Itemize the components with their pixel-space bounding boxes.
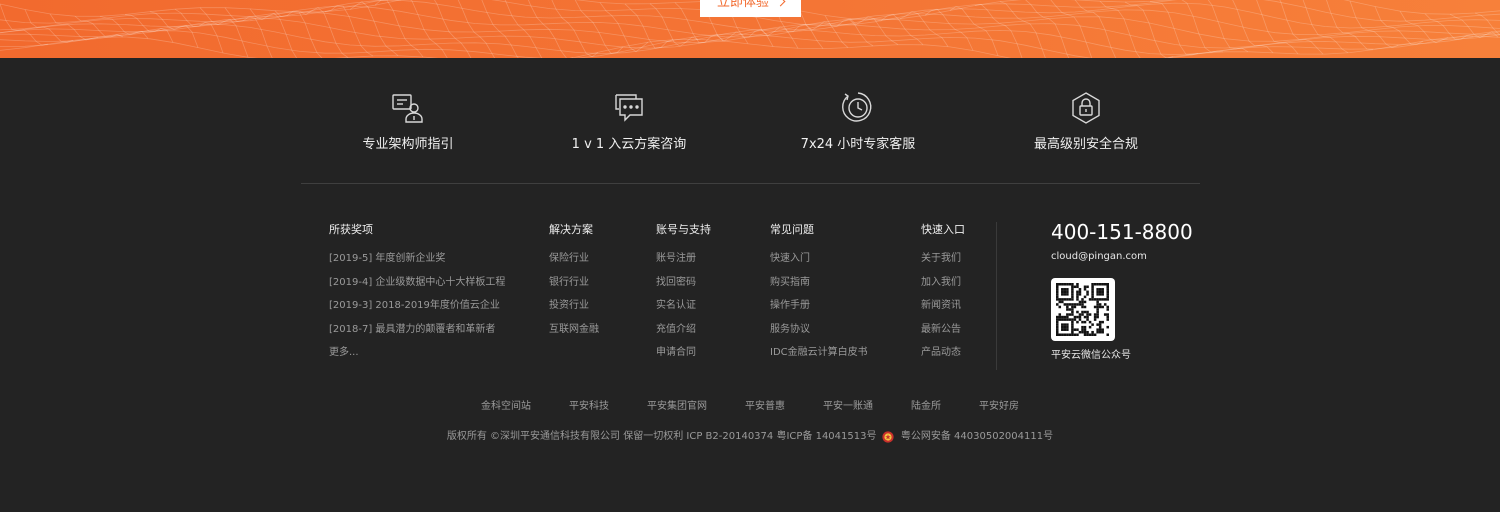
partner-link[interactable]: 陆金所 [911,400,941,414]
support-link[interactable]: 充值介绍 [656,323,711,336]
faq-link[interactable]: 操作手册 [770,299,868,312]
qr-label: 平安云微信公众号 [1051,350,1131,361]
contact-block: 400-151-8800 cloud@pingan.com 平安云微信公众号 [1051,218,1193,361]
feature-security: 最高级别安全合规 [986,90,1186,154]
feature-service: 7x24 小时专家客服 [758,90,958,154]
police-record-text[interactable]: 粤公网安备 44030502004111号 [901,430,1053,444]
partner-link[interactable]: 平安好房 [979,400,1019,414]
partner-link[interactable]: 平安科技 [569,400,609,414]
solution-link[interactable]: 互联网金融 [549,323,599,336]
feature-label: 1 v 1 入云方案咨询 [571,137,687,152]
quick-link[interactable]: 最新公告 [921,323,965,336]
faq-link[interactable]: IDC金融云计算白皮书 [770,346,868,359]
partner-links: 金科空间站 平安科技 平安集团官网 平安普惠 平安一账通 陆金所 平安好房 [0,400,1500,414]
award-link[interactable]: [2019-5] 年度创新企业奖 [329,252,505,265]
copyright-bar: 版权所有 ©深圳平安通信科技有限公司 保留一切权利 ICP B2-2014037… [0,430,1500,445]
solution-link[interactable]: 保险行业 [549,252,599,265]
more-awards-link[interactable]: 更多... [329,346,505,359]
copyright-text: 版权所有 ©深圳平安通信科技有限公司 保留一切权利 ICP B2-2014037… [446,431,877,442]
column-title: 所获奖项 [329,223,373,236]
try-now-button[interactable]: 立即体验 [700,0,801,17]
support-link[interactable]: 实名认证 [656,299,711,312]
wechat-qr-code [1051,278,1115,341]
qr-code-icon [1056,283,1109,336]
column-title: 快速入口 [921,223,965,236]
quick-link[interactable]: 加入我们 [921,276,965,289]
support-link[interactable]: 账号注册 [656,252,711,265]
faq-link[interactable]: 购买指南 [770,276,868,289]
police-badge-icon [882,431,894,443]
faq-link[interactable]: 快速入门 [770,252,868,265]
feature-label: 专业架构师指引 [362,137,454,152]
column-divider [996,222,997,370]
faq-column: 常见问题 快速入门 购买指南 操作手册 服务协议 IDC金融云计算白皮书 [770,222,868,370]
quick-links-column: 快速入口 关于我们 加入我们 新闻资讯 最新公告 产品动态 [921,222,965,370]
chat-consult-icon [615,94,643,122]
support-link[interactable]: 找回密码 [656,276,711,289]
try-now-label: 立即体验 [717,0,770,10]
partner-link[interactable]: 平安一账通 [823,400,873,414]
section-divider [301,183,1200,184]
feature-label: 最高级别安全合规 [1033,137,1138,152]
column-title: 解决方案 [549,223,593,236]
banner: 立即体验 [0,0,1500,58]
phone-number: 400-151-8800 [1051,220,1193,244]
column-title: 账号与支持 [656,223,711,236]
quick-link[interactable]: 新闻资讯 [921,299,965,312]
support-link[interactable]: 申请合同 [656,346,711,359]
clock-service-icon [842,92,872,122]
quick-link[interactable]: 关于我们 [921,252,965,265]
award-link[interactable]: [2019-3] 2018-2019年度价值云企业 [329,299,505,312]
security-lock-icon [1072,92,1100,124]
faq-link[interactable]: 服务协议 [770,323,868,336]
account-support-column: 账号与支持 账号注册 找回密码 实名认证 充值介绍 申请合同 [656,222,711,370]
awards-column: 所获奖项 [2019-5] 年度创新企业奖 [2019-4] 企业级数据中心十大… [329,222,505,370]
solution-link[interactable]: 银行行业 [549,276,599,289]
feature-architect: 专业架构师指引 [308,90,508,154]
email-address[interactable]: cloud@pingan.com [1051,250,1193,264]
column-title: 常见问题 [770,223,814,236]
partner-link[interactable]: 平安集团官网 [647,400,707,414]
quick-link[interactable]: 产品动态 [921,346,965,359]
award-link[interactable]: [2019-4] 企业级数据中心十大样板工程 [329,276,505,289]
solution-link[interactable]: 投资行业 [549,299,599,312]
architect-guide-icon [392,94,423,123]
solutions-column: 解决方案 保险行业 银行行业 投资行业 互联网金融 [549,222,599,346]
feature-label: 7x24 小时专家客服 [800,137,916,152]
award-link[interactable]: [2018-7] 最具潜力的颠覆者和革新者 [329,323,505,336]
partner-link[interactable]: 金科空间站 [481,400,531,414]
partner-link[interactable]: 平安普惠 [745,400,785,414]
feature-consult: 1 v 1 入云方案咨询 [529,90,729,154]
chevron-right-icon [775,0,786,7]
